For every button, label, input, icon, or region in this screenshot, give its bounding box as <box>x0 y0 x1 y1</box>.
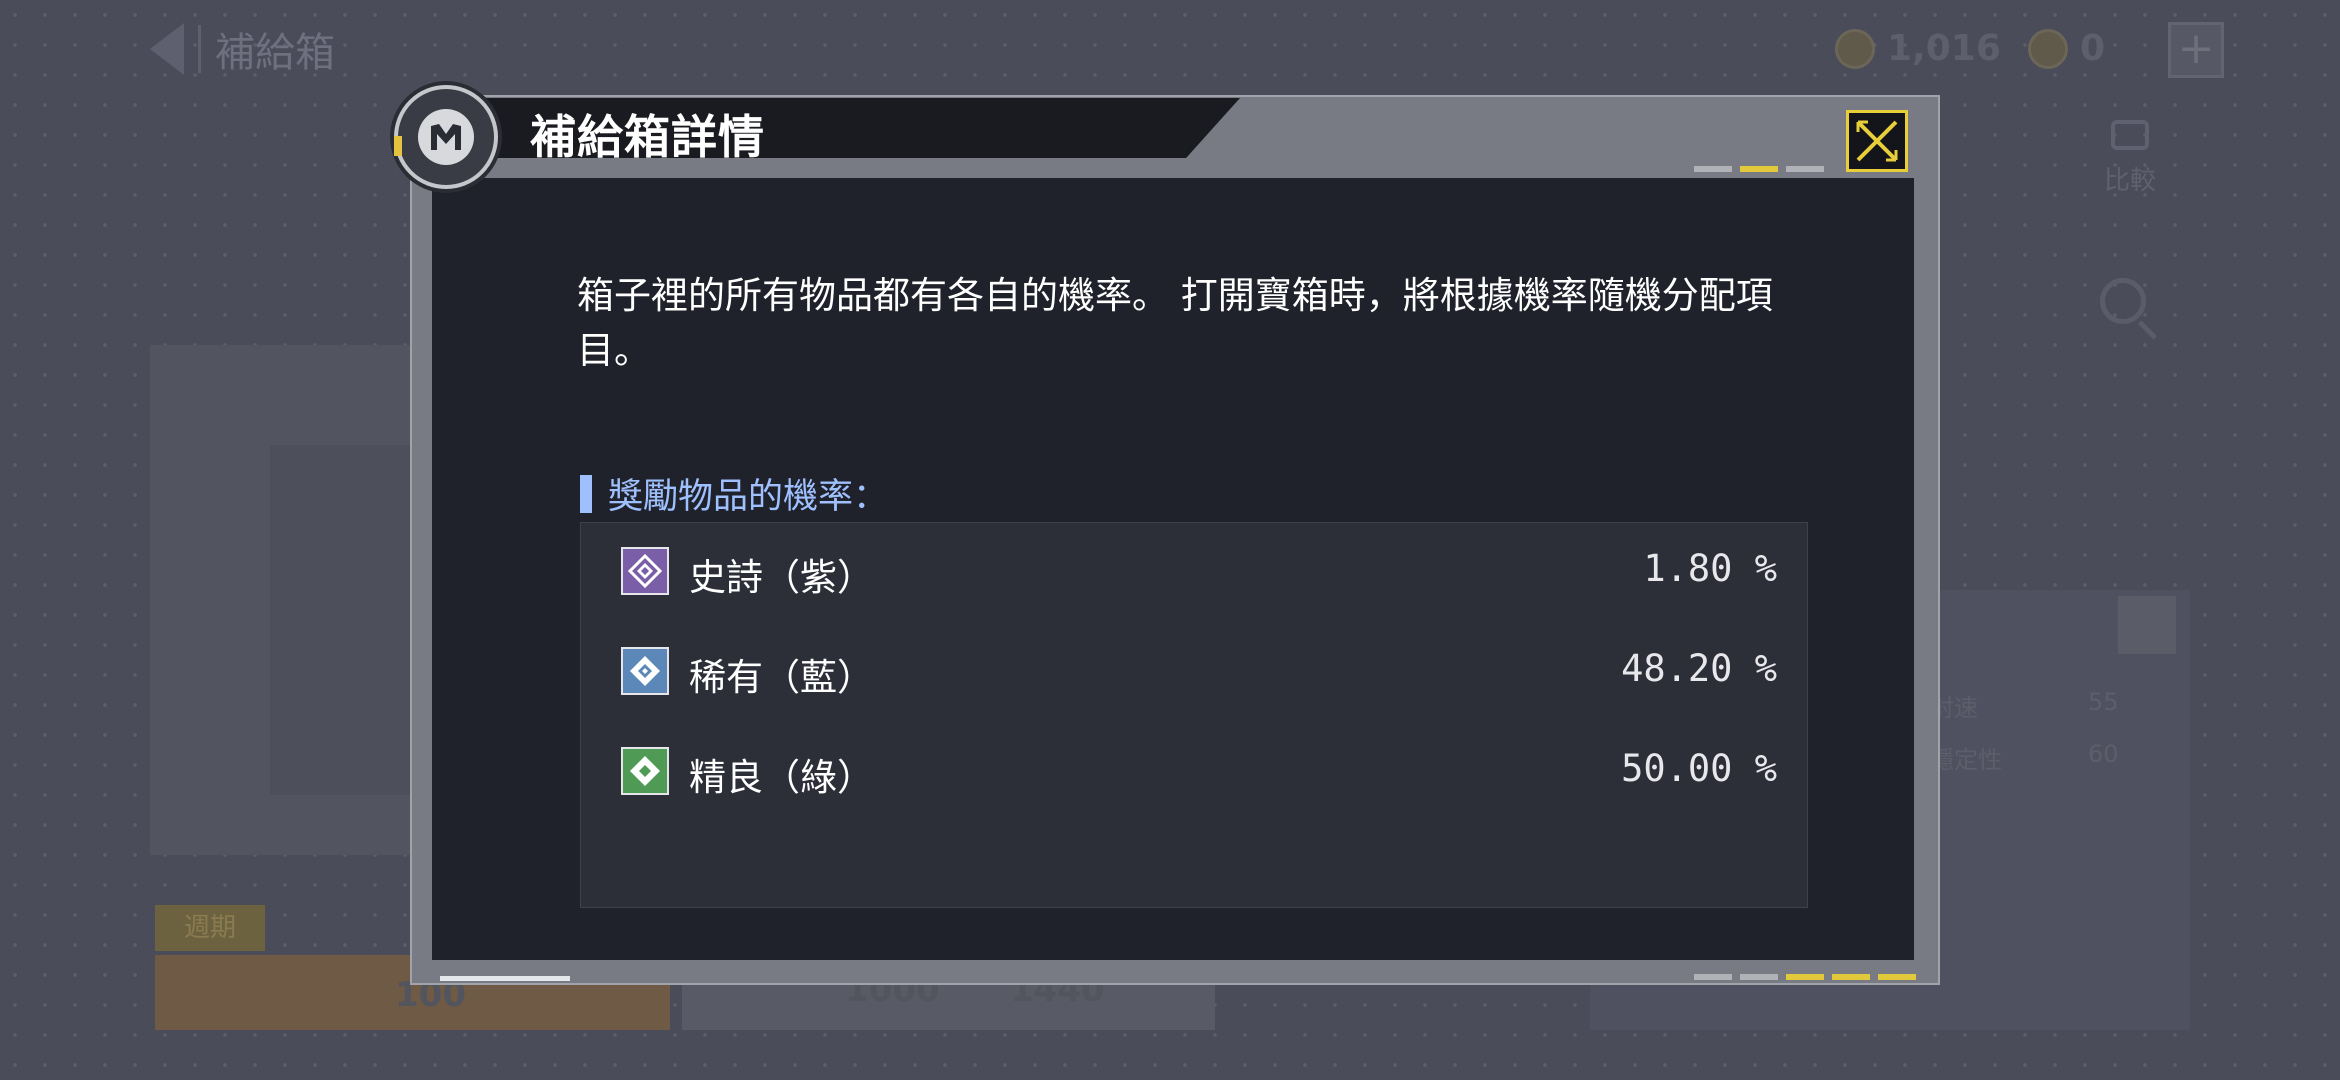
back-arrow-icon[interactable] <box>150 23 184 75</box>
stats-list-icon[interactable] <box>2118 596 2176 654</box>
close-button[interactable] <box>1846 110 1908 172</box>
weapon-preview-panel <box>150 345 450 855</box>
reward-rates-list: 史詩（紫） 1.80 % 稀有（藍） 48.20 % 精良（綠） 50.00 % <box>580 522 1808 908</box>
rate-value: 48.20 % <box>1621 647 1777 690</box>
currency-credit-value: 0 <box>2080 28 2106 69</box>
epic-rarity-icon <box>621 547 669 595</box>
close-icon <box>1856 120 1898 162</box>
divider <box>198 25 201 73</box>
footer-dash-indicator <box>1694 974 1916 980</box>
dialog-title: 補給箱詳情 <box>530 110 765 164</box>
emblem-icon <box>394 85 498 189</box>
m-logo-icon <box>431 124 461 150</box>
cycle-tag: 週期 <box>155 905 265 951</box>
emblem-core <box>418 109 474 165</box>
heading-bar <box>580 474 592 513</box>
compare-button[interactable]: 比較 <box>2090 120 2170 197</box>
uncommon-rarity-icon <box>621 747 669 795</box>
header-dash-indicator <box>1694 166 1824 172</box>
stat-value: 55 <box>2088 688 2119 716</box>
stat-label: 穩定性 <box>1930 746 2002 774</box>
screen-title: 補給箱 <box>215 30 335 76</box>
emblem-accent <box>394 136 402 156</box>
credit-coin-icon <box>2028 28 2068 69</box>
rate-label: 史詩（紫） <box>689 556 874 599</box>
rate-label: 精良（綠） <box>689 756 874 799</box>
compare-icon <box>2111 120 2149 150</box>
currency-credit: 0 <box>2028 28 2105 69</box>
reward-rates-heading: 獎勵物品的機率： <box>580 468 888 519</box>
cp-coin-icon <box>1835 28 1875 69</box>
stat-value: 60 <box>2088 740 2119 768</box>
currency-cp-value: 1,016 <box>1887 28 2001 69</box>
rate-value: 50.00 % <box>1621 747 1777 790</box>
reward-rates-title: 獎勵物品的機率： <box>608 477 889 517</box>
currency-cp: 1,016 <box>1835 28 2001 69</box>
rate-row-rare: 稀有（藍） 48.20 % <box>581 641 1807 701</box>
rate-row-epic: 史詩（紫） 1.80 % <box>581 541 1807 601</box>
frame-edge-accent <box>440 976 570 981</box>
dialog-description: 箱子裡的所有物品都有各自的機率。 打開寶箱時，將根據機率隨機分配項目。 <box>577 274 1773 372</box>
rate-label: 稀有（藍） <box>689 656 874 699</box>
rate-value: 1.80 % <box>1643 547 1777 590</box>
rare-rarity-icon <box>621 647 669 695</box>
add-currency-button[interactable]: + <box>2168 22 2224 78</box>
rate-row-uncommon: 精良（綠） 50.00 % <box>581 741 1807 801</box>
compare-label: 比較 <box>2103 166 2156 196</box>
search-icon[interactable] <box>2100 278 2146 324</box>
back-navigation[interactable]: 補給箱 <box>150 20 335 78</box>
